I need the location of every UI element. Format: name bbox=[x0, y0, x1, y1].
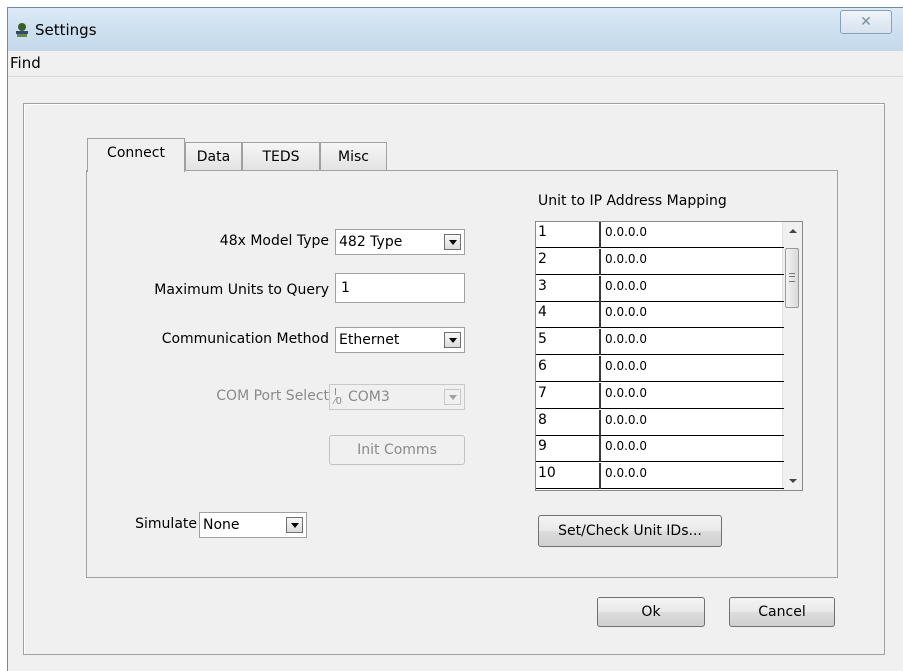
ip-cell[interactable]: 0.0.0.0 bbox=[605, 305, 647, 319]
ip-cell[interactable]: 0.0.0.0 bbox=[605, 466, 647, 480]
ok-button[interactable]: Ok bbox=[597, 597, 705, 627]
tab-teds[interactable]: TEDS bbox=[242, 142, 320, 171]
ip-cell[interactable]: 0.0.0.0 bbox=[605, 279, 647, 293]
ip-cell[interactable]: 0.0.0.0 bbox=[605, 332, 647, 346]
tab-misc[interactable]: Misc bbox=[320, 142, 387, 171]
ip-cell[interactable]: 0.0.0.0 bbox=[605, 359, 647, 373]
mapping-title: Unit to IP Address Mapping bbox=[538, 193, 727, 209]
model-type-label: 48x Model Type bbox=[219, 233, 329, 249]
ip-cell[interactable]: 0.0.0.0 bbox=[605, 225, 647, 239]
set-check-label: Set/Check Unit IDs... bbox=[558, 523, 702, 539]
model-type-value: 482 Type bbox=[339, 234, 403, 250]
ip-cell[interactable]: 0.0.0.0 bbox=[605, 413, 647, 427]
unit-cell[interactable]: 10 bbox=[538, 465, 556, 481]
tab-misc-label: Misc bbox=[338, 149, 369, 165]
cancel-button[interactable]: Cancel bbox=[729, 597, 835, 627]
tab-teds-label: TEDS bbox=[262, 149, 300, 165]
ok-label: Ok bbox=[641, 604, 661, 620]
app-icon bbox=[16, 23, 28, 37]
comm-method-select[interactable]: Ethernet bbox=[335, 327, 465, 353]
io-port-icon: I ⁄0 bbox=[334, 387, 343, 407]
column-separator bbox=[599, 463, 601, 490]
title-bar[interactable]: Settings ✕ bbox=[8, 8, 903, 51]
table-row[interactable]: 3 0.0.0.0 bbox=[536, 275, 784, 302]
scroll-down-icon[interactable] bbox=[783, 473, 802, 490]
cancel-label: Cancel bbox=[758, 604, 806, 620]
scroll-up-icon[interactable] bbox=[783, 222, 802, 239]
tab-data[interactable]: Data bbox=[185, 142, 242, 171]
chevron-down-icon[interactable] bbox=[286, 517, 303, 533]
com-port-select: I ⁄0 COM3 bbox=[329, 384, 465, 410]
tab-connect[interactable]: Connect bbox=[87, 138, 185, 172]
tab-connect-label: Connect bbox=[107, 145, 165, 161]
comm-method-label: Communication Method bbox=[161, 331, 329, 347]
column-separator bbox=[599, 356, 601, 382]
simulate-select[interactable]: None bbox=[199, 512, 307, 538]
column-separator bbox=[599, 302, 601, 329]
ip-cell[interactable]: 0.0.0.0 bbox=[605, 386, 647, 400]
simulate-label: Simulate bbox=[135, 516, 197, 532]
model-type-select[interactable]: 482 Type bbox=[335, 229, 465, 255]
close-icon: ✕ bbox=[860, 14, 872, 30]
table-row[interactable]: 4 0.0.0.0 bbox=[536, 302, 784, 329]
menu-bar: Find bbox=[8, 51, 903, 77]
chevron-down-icon[interactable] bbox=[444, 234, 461, 250]
set-check-unit-ids-button[interactable]: Set/Check Unit IDs... bbox=[538, 515, 722, 547]
com-port-label: COM Port Select bbox=[216, 388, 329, 404]
init-comms-label: Init Comms bbox=[357, 442, 437, 458]
column-separator bbox=[599, 222, 601, 248]
table-row[interactable]: 6 0.0.0.0 bbox=[536, 356, 784, 382]
table-row[interactable]: 8 0.0.0.0 bbox=[536, 409, 784, 436]
close-button[interactable]: ✕ bbox=[840, 10, 892, 34]
scroll-thumb[interactable] bbox=[785, 248, 799, 308]
table-row[interactable]: 7 0.0.0.0 bbox=[536, 382, 784, 409]
table-row[interactable]: 9 0.0.0.0 bbox=[536, 436, 784, 463]
max-units-label: Maximum Units to Query bbox=[154, 282, 329, 298]
comm-method-value: Ethernet bbox=[339, 332, 400, 348]
ip-mapping-table[interactable]: 1 0.0.0.0 2 0.0.0.0 3 0.0.0.0 4 0.0.0.0 5 0.0.0.0… bbox=[535, 221, 803, 491]
unit-cell[interactable]: 3 bbox=[538, 278, 547, 294]
column-separator bbox=[599, 409, 601, 436]
unit-cell[interactable]: 1 bbox=[538, 224, 547, 240]
chevron-down-icon[interactable] bbox=[444, 332, 461, 348]
unit-cell[interactable]: 4 bbox=[538, 304, 547, 320]
chevron-down-icon bbox=[444, 389, 461, 405]
unit-cell[interactable]: 9 bbox=[538, 438, 547, 454]
column-separator bbox=[599, 436, 601, 463]
ip-cell[interactable]: 0.0.0.0 bbox=[605, 252, 647, 266]
column-separator bbox=[599, 275, 601, 302]
column-separator bbox=[599, 329, 601, 356]
grip-icon bbox=[789, 273, 795, 282]
init-comms-button: Init Comms bbox=[329, 435, 465, 465]
window-title: Settings bbox=[35, 21, 97, 39]
com-port-value: COM3 bbox=[348, 389, 390, 405]
unit-cell[interactable]: 2 bbox=[538, 251, 547, 267]
menu-find[interactable]: Find bbox=[10, 54, 41, 72]
table-scrollbar[interactable] bbox=[782, 222, 802, 490]
table-row[interactable]: 5 0.0.0.0 bbox=[536, 329, 784, 356]
tab-data-label: Data bbox=[196, 149, 231, 165]
table-row[interactable]: 1 0.0.0.0 bbox=[536, 222, 784, 248]
simulate-value: None bbox=[203, 517, 240, 533]
unit-cell[interactable]: 8 bbox=[538, 412, 547, 428]
ip-cell[interactable]: 0.0.0.0 bbox=[605, 439, 647, 453]
table-row[interactable]: 2 0.0.0.0 bbox=[536, 248, 784, 275]
column-separator bbox=[599, 382, 601, 409]
unit-cell[interactable]: 6 bbox=[538, 358, 547, 374]
max-units-value: 1 bbox=[341, 280, 350, 296]
unit-cell[interactable]: 5 bbox=[538, 331, 547, 347]
max-units-input[interactable]: 1 bbox=[335, 273, 465, 303]
column-separator bbox=[599, 248, 601, 275]
unit-cell[interactable]: 7 bbox=[538, 385, 547, 401]
table-row[interactable]: 10 0.0.0.0 bbox=[536, 463, 784, 490]
